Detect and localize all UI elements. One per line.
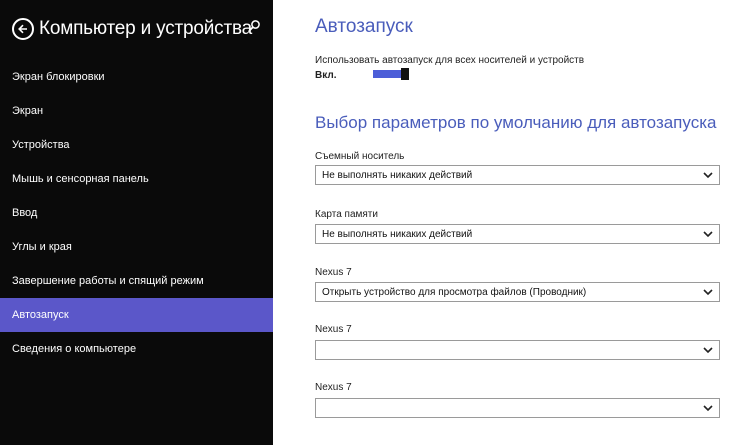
chevron-down-icon <box>703 289 713 296</box>
sidebar: Компьютер и устройства Экран блокировки … <box>0 0 273 445</box>
page-title: Автозапуск <box>315 16 413 37</box>
sidebar-item-label: Устройства <box>12 139 70 151</box>
toggle-thumb[interactable] <box>401 68 409 80</box>
sidebar-item-label: Автозапуск <box>12 309 69 321</box>
sidebar-item-label: Экран блокировки <box>12 71 105 83</box>
memory-card-label: Карта памяти <box>315 209 378 220</box>
select-value: Не выполнять никаких действий <box>322 228 473 240</box>
sidebar-item-corners-edges[interactable]: Углы и края <box>0 230 273 264</box>
sidebar-item-autoplay[interactable]: Автозапуск <box>0 298 273 332</box>
search-icon <box>248 20 260 32</box>
sidebar-item-display[interactable]: Экран <box>0 94 273 128</box>
back-arrow-icon <box>18 24 27 34</box>
removable-drive-label: Съемный носитель <box>315 151 405 162</box>
nexus7-select-1[interactable]: Открыть устройство для просмотра файлов … <box>315 282 720 302</box>
sidebar-item-label: Ввод <box>12 207 38 219</box>
sidebar-item-devices[interactable]: Устройства <box>0 128 273 162</box>
nexus7-label-3: Nexus 7 <box>315 382 352 393</box>
defaults-heading: Выбор параметров по умолчанию для автоза… <box>315 113 717 132</box>
chevron-down-icon <box>703 405 713 412</box>
sidebar-item-lock-screen[interactable]: Экран блокировки <box>0 60 273 94</box>
sidebar-item-label: Экран <box>12 105 44 117</box>
back-button[interactable] <box>12 18 34 40</box>
toggle-state-label: Вкл. <box>315 70 337 81</box>
sidebar-nav: Экран блокировки Экран Устройства Мышь и… <box>0 60 273 366</box>
nexus7-label-2: Nexus 7 <box>315 324 352 335</box>
sidebar-item-label: Углы и края <box>12 241 72 253</box>
use-autoplay-label: Использовать автозапуск для всех носител… <box>315 55 585 66</box>
sidebar-item-power-sleep[interactable]: Завершение работы и спящий режим <box>0 264 273 298</box>
sidebar-item-pc-info[interactable]: Сведения о компьютере <box>0 332 273 366</box>
select-value: Не выполнять никаких действий <box>322 169 473 181</box>
search-button[interactable] <box>247 19 265 37</box>
select-value: Открыть устройство для просмотра файлов … <box>322 286 587 298</box>
sidebar-item-label: Сведения о компьютере <box>12 343 137 355</box>
nexus7-select-3[interactable] <box>315 398 720 418</box>
sidebar-item-label: Завершение работы и спящий режим <box>12 275 204 287</box>
nexus7-label-1: Nexus 7 <box>315 267 352 278</box>
sidebar-title: Компьютер и устройства <box>39 18 252 39</box>
sidebar-item-typing[interactable]: Ввод <box>0 196 273 230</box>
nexus7-select-2[interactable] <box>315 340 720 360</box>
removable-drive-select[interactable]: Не выполнять никаких действий <box>315 165 720 185</box>
chevron-down-icon <box>703 172 713 179</box>
autoplay-toggle[interactable] <box>373 68 409 80</box>
sidebar-item-mouse-touchpad[interactable]: Мышь и сенсорная панель <box>0 162 273 196</box>
chevron-down-icon <box>703 231 713 238</box>
memory-card-select[interactable]: Не выполнять никаких действий <box>315 224 720 244</box>
sidebar-header: Компьютер и устройства <box>12 12 267 46</box>
main-panel: Автозапуск Использовать автозапуск для в… <box>273 0 750 445</box>
sidebar-item-label: Мышь и сенсорная панель <box>12 173 149 185</box>
chevron-down-icon <box>703 347 713 354</box>
